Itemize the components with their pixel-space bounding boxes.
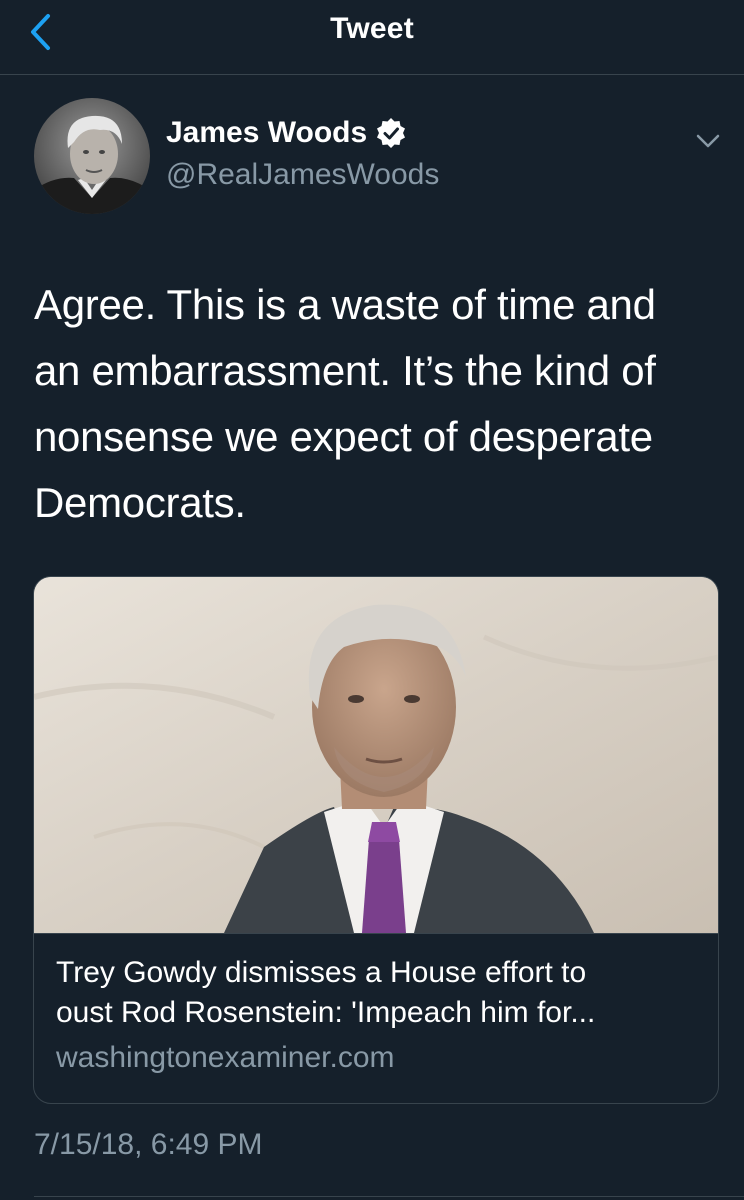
tweet-text-line: Democrats. (34, 479, 246, 526)
tweet-text-line: nonsense we expect of desperate (34, 413, 653, 460)
tweet-text: Agree. This is a waste of time and an em… (34, 272, 724, 536)
avatar[interactable] (34, 98, 150, 214)
page-title: Tweet (330, 12, 414, 45)
tweet-menu-button[interactable] (690, 126, 726, 156)
tweet-text-line: Agree. This is a waste of time and (34, 281, 656, 328)
link-preview-title: Trey Gowdy dismisses a House effort to o… (56, 953, 702, 1033)
author-name: James Woods (166, 116, 368, 149)
top-nav-bar: Tweet (0, 0, 744, 75)
link-title-line: Trey Gowdy dismisses a House effort to (56, 956, 587, 989)
link-title-line: oust Rod Rosenstein: 'Impeach him for... (56, 996, 596, 1029)
tweet-detail-screen: Tweet James Woods @RealJamesWoods Agree.… (0, 0, 744, 1200)
author-handle[interactable]: @RealJamesWoods (166, 158, 439, 192)
link-preview-domain: washingtonexaminer.com (56, 1041, 395, 1074)
verified-badge-icon (377, 118, 406, 148)
link-preview-image (34, 577, 718, 933)
card-divider (34, 933, 718, 934)
avatar-photo (34, 98, 150, 214)
chevron-down-icon (696, 134, 720, 148)
author-name-row[interactable]: James Woods (166, 116, 407, 150)
tweet-text-line: an embarrassment. It’s the kind of (34, 347, 656, 394)
bottom-divider (34, 1196, 744, 1197)
link-preview-card[interactable]: Trey Gowdy dismisses a House effort to o… (33, 576, 719, 1104)
preview-photo (34, 577, 718, 933)
tweet-timestamp: 7/15/18, 6:49 PM (34, 1128, 263, 1161)
